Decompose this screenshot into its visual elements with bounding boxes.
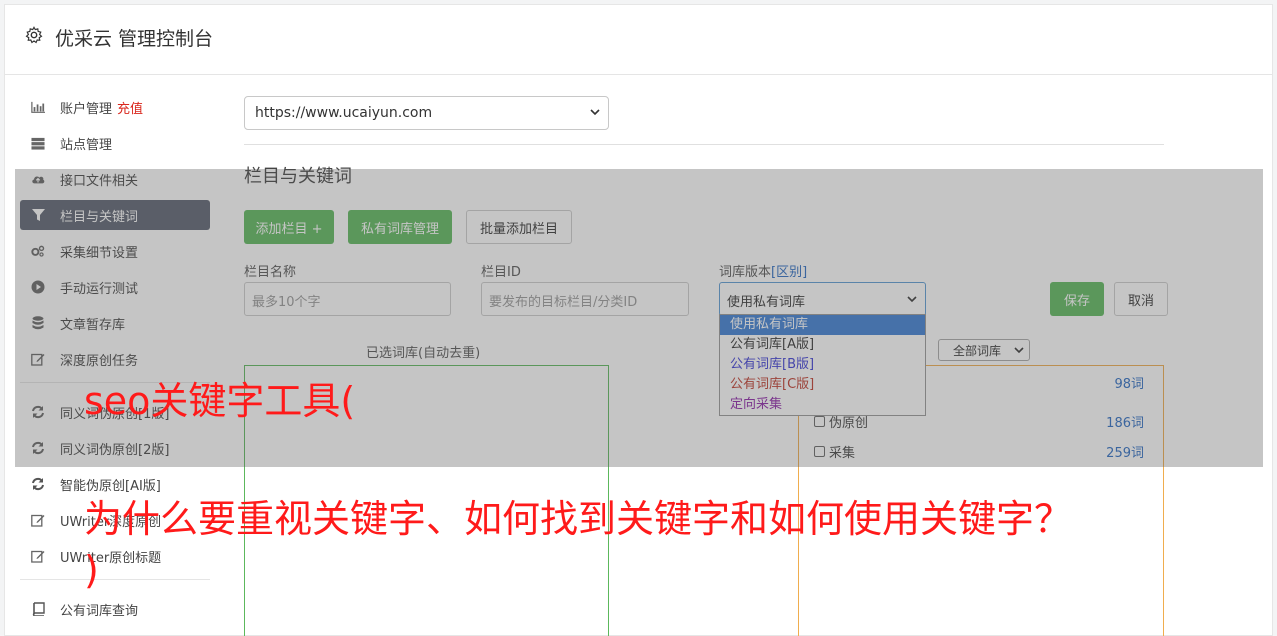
column-id-input[interactable]: 要发布的目标栏目/分类ID: [481, 282, 689, 316]
edit-icon: [31, 513, 45, 527]
gears-icon: [31, 244, 45, 258]
caption-line-2: 为什么要重视关键字、如何找到关键字和如何使用关键字？: [84, 497, 1073, 541]
site-select[interactable]: https://www.ucaiyun.com: [244, 96, 609, 130]
console-title: 优采云 管理控制台: [55, 28, 214, 50]
lib-row-count: 98词: [1114, 376, 1144, 392]
dropdown-option[interactable]: 使用私有词库: [720, 315, 925, 335]
server-icon: [31, 136, 45, 150]
lib-version-select[interactable]: 使用私有词库: [719, 282, 926, 316]
refresh-icon: [31, 441, 45, 455]
lib-filter-select[interactable]: 全部词库: [938, 339, 1030, 361]
dropdown-option[interactable]: 公有词库[C版]: [720, 375, 925, 395]
sidebar-item-label: 文章暂存库: [60, 317, 126, 333]
refresh-icon: [31, 477, 45, 491]
sidebar-item-label: 站点管理: [60, 137, 113, 153]
recharge-link[interactable]: 充值: [117, 98, 143, 117]
dropdown-option[interactable]: 公有词库[A版]: [720, 335, 925, 355]
site-select-value: https://www.ucaiyun.com: [255, 105, 433, 121]
sidebar-item-sites[interactable]: 站点管理: [20, 128, 210, 158]
lib-row-count: 259词: [1106, 446, 1144, 461]
column-name-label: 栏目名称: [244, 265, 297, 280]
selected-lib-caption: 已选词库(自动去重): [366, 346, 481, 361]
header: 优采云 管理控制台: [5, 5, 1272, 75]
column-id-label: 栏目ID: [481, 265, 521, 280]
sidebar-item-label: 账户管理: [60, 101, 113, 117]
add-column-button[interactable]: 添加栏目 +: [244, 210, 334, 244]
lib-version-label-text: 词库版本: [719, 265, 772, 280]
sidebar-item-interface[interactable]: 接口文件相关: [20, 164, 210, 194]
cancel-button[interactable]: 取消: [1114, 282, 1168, 316]
sidebar-item-label: 手动运行测试: [60, 281, 139, 297]
difference-link[interactable]: [区别]: [771, 265, 807, 280]
lib-row-label: 采集: [829, 446, 856, 461]
dropdown-option[interactable]: 定向采集: [720, 395, 925, 415]
filter-icon: [31, 208, 45, 222]
batch-add-button[interactable]: 批量添加栏目: [466, 210, 572, 244]
chevron-down-icon: [1014, 347, 1024, 354]
book-icon: [31, 602, 45, 616]
refresh-icon: [31, 405, 45, 419]
sidebar-item-account[interactable]: 账户管理 充值: [20, 92, 210, 122]
caption-line-3: ): [84, 548, 99, 592]
lib-version-dropdown: 使用私有词库 公有词库[A版] 公有词库[B版] 公有词库[C版] 定向采集: [719, 314, 926, 416]
bar-chart-icon: [31, 100, 45, 114]
chevron-down-icon: [590, 109, 600, 116]
play-icon: [31, 280, 45, 294]
save-button[interactable]: 保存: [1050, 282, 1104, 316]
sidebar-item-label: 同义词伪原创[2版]: [60, 442, 170, 458]
section-title: 栏目与关键词: [244, 166, 352, 187]
sidebar-item-uwriter-title[interactable]: UWriter原创标题: [20, 541, 210, 571]
dropdown-option[interactable]: 公有词库[B版]: [720, 355, 925, 375]
sidebar-divider: [20, 579, 210, 580]
sidebar-item-article-store[interactable]: 文章暂存库: [20, 308, 210, 338]
sidebar-item-columns-keywords[interactable]: 栏目与关键词: [20, 200, 210, 230]
private-lib-button[interactable]: 私有词库管理: [348, 210, 452, 244]
edit-icon: [31, 352, 45, 366]
column-name-input[interactable]: 最多10个字: [244, 282, 451, 316]
chevron-down-icon: [907, 296, 917, 303]
sidebar-item-public-lib-query[interactable]: 公有词库查询: [20, 594, 210, 624]
lib-filter-value: 全部词库: [953, 344, 1002, 358]
sidebar-item-label: 深度原创任务: [60, 353, 139, 369]
sidebar-item-label: 采集细节设置: [60, 245, 139, 261]
lib-version-label: 词库版本[区别]: [719, 261, 807, 280]
lib-row-count: 186词: [1106, 416, 1144, 431]
sidebar-item-collect-settings[interactable]: 采集细节设置: [20, 236, 210, 266]
cloud-upload-icon: [31, 172, 45, 186]
sidebar-item-synonym-v2[interactable]: 同义词伪原创[2版]: [20, 433, 210, 463]
edit-icon: [31, 549, 45, 563]
gear-icon: [25, 26, 43, 44]
lib-row[interactable]: 采集 259词: [814, 442, 1144, 461]
divider: [244, 144, 1164, 145]
sidebar: 账户管理 充值 站点管理 接口文件相关 栏目与关键词 采集细节设置 手动运行测试…: [20, 92, 210, 630]
sidebar-item-label: 栏目与关键词: [60, 209, 139, 225]
database-icon: [31, 316, 45, 330]
sidebar-item-label: 接口文件相关: [60, 173, 139, 189]
lib-checkbox[interactable]: [814, 446, 825, 457]
caption-line-1: seo关键字工具(: [84, 379, 356, 423]
lib-version-value: 使用私有词库: [727, 295, 806, 310]
sidebar-item-label: UWriter原创标题: [60, 550, 162, 566]
sidebar-item-manual-test[interactable]: 手动运行测试: [20, 272, 210, 302]
lib-checkbox[interactable]: [814, 416, 825, 427]
sidebar-item-label: 公有词库查询: [60, 603, 139, 619]
